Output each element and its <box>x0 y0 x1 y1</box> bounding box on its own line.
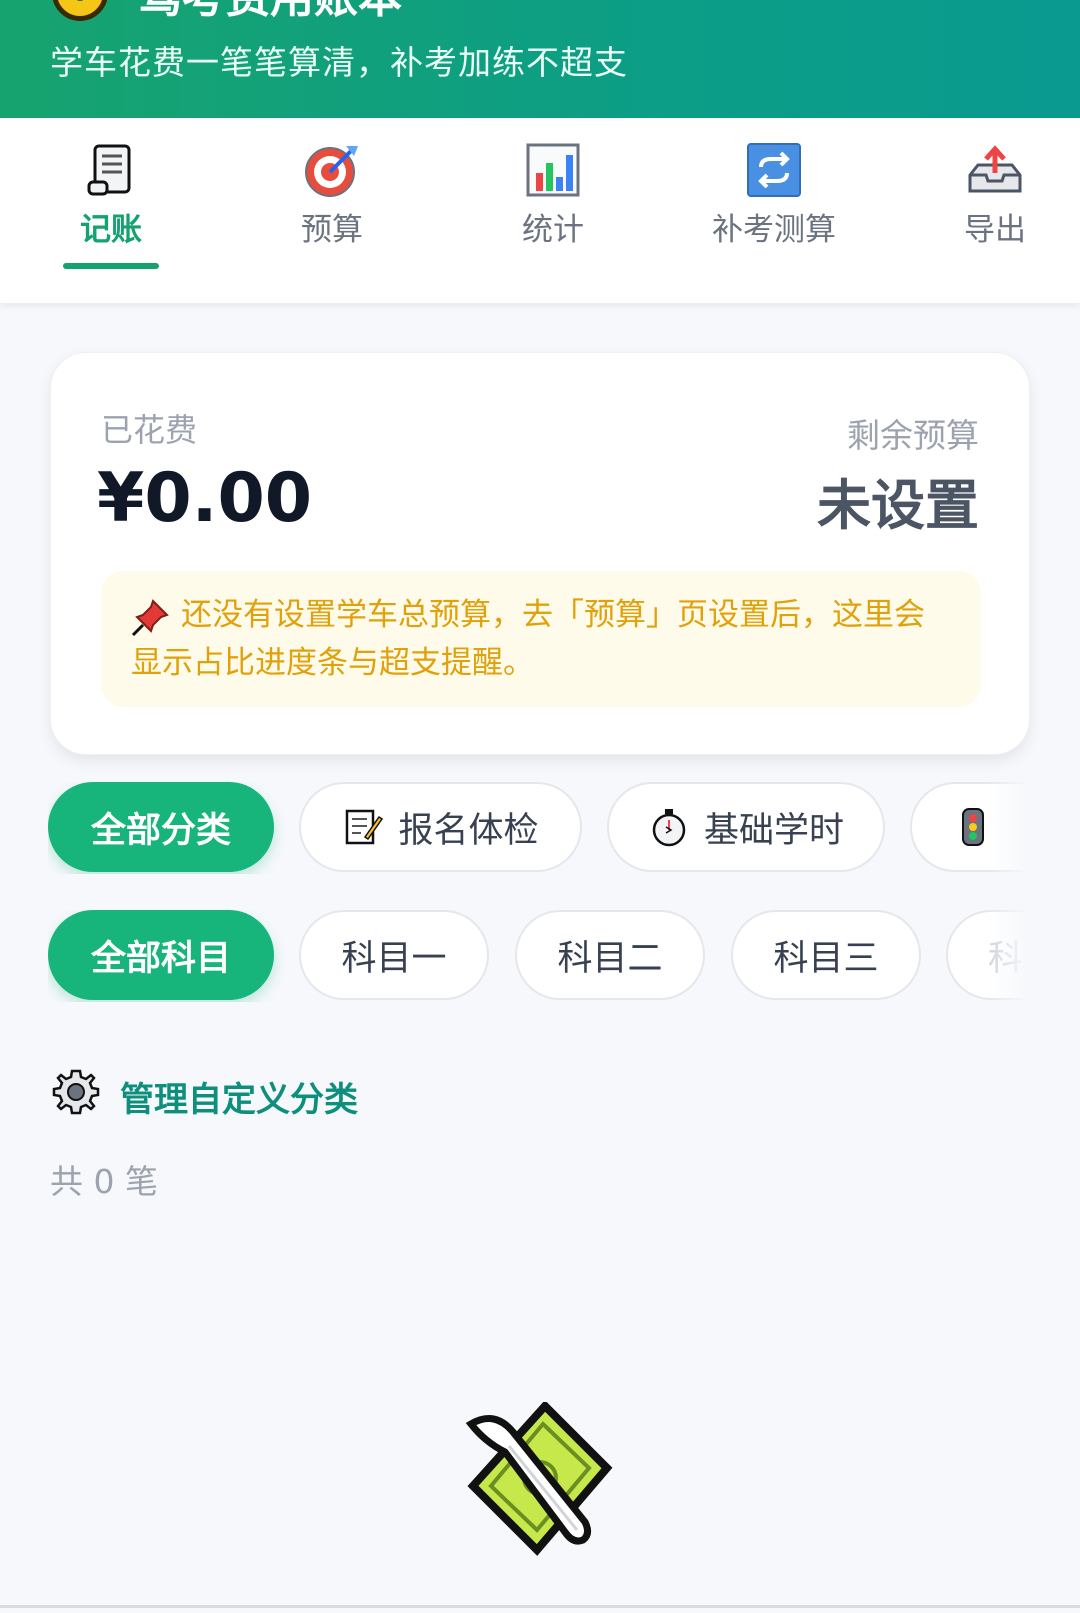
spent-label: 已花费 <box>101 411 198 449</box>
upload-tray-icon <box>965 140 1025 200</box>
chip-registration-exam[interactable]: 报名体检 <box>299 782 582 872</box>
bottom-divider <box>0 1605 1080 1608</box>
tab-budget[interactable]: 预算 <box>252 140 412 290</box>
chip-label: 基础学时 <box>703 810 844 851</box>
chip-label: 科目三 <box>773 938 879 979</box>
tab-bar: 记账 预算 统计 补考测算 导出 <box>0 118 1080 303</box>
app-subtitle: 学车花费一笔笔算清，补考加练不超支 <box>50 43 628 82</box>
chip-all-categories[interactable]: 全部分类 <box>48 782 274 872</box>
tab-retake-estimate[interactable]: 补考测算 <box>694 140 854 290</box>
scroll-fade <box>988 910 1028 1002</box>
manage-categories-label: 管理自定义分类 <box>120 1079 358 1120</box>
chip-subject-2[interactable]: 科目二 <box>515 910 705 1000</box>
tab-label: 记账 <box>80 212 142 248</box>
chip-label: 科目一 <box>341 938 447 979</box>
app-title: 驾考费用账本 <box>138 0 402 25</box>
chip-subject-3[interactable]: 科目三 <box>731 910 921 1000</box>
scroll-fade <box>988 782 1028 874</box>
subject-filter-row: 全部科目 科目一 科目二 科目三 科 <box>48 910 1028 1002</box>
tab-bookkeeping[interactable]: 记账 <box>31 140 191 290</box>
tab-export[interactable]: 导出 <box>915 140 1075 290</box>
chip-label: 全部科目 <box>90 938 231 979</box>
tab-label: 导出 <box>964 212 1026 248</box>
gear-icon <box>52 1068 100 1125</box>
stopwatch-icon <box>648 806 690 848</box>
manage-categories-link[interactable]: 管理自定义分类 <box>52 1068 358 1125</box>
memo-icon <box>342 806 384 848</box>
target-icon <box>302 140 362 200</box>
chip-all-subjects[interactable]: 全部科目 <box>48 910 274 1000</box>
chip-label: 科目二 <box>557 938 663 979</box>
chip-label: 全部分类 <box>90 810 231 851</box>
summary-card: 已花费 ¥0.00 剩余预算 未设置 还没有设置学车总预算，去「预算」页设置后，… <box>50 352 1030 755</box>
budget-notice-text: 还没有设置学车总预算，去「预算」页设置后，这里会显示占比进度条与超支提醒。 <box>131 597 925 681</box>
remaining-budget-label: 剩余预算 <box>847 416 979 455</box>
coin-icon: ¥ <box>52 0 108 21</box>
pushpin-icon <box>131 597 171 637</box>
tab-stats[interactable]: 统计 <box>473 140 633 290</box>
header-title-row: ¥ 驾考费用账本 <box>52 0 402 23</box>
app-header: ¥ 驾考费用账本 学车花费一笔笔算清，补考加练不超支 <box>0 0 1080 118</box>
budget-notice: 还没有设置学车总预算，去「预算」页设置后，这里会显示占比进度条与超支提醒。 <box>101 571 981 707</box>
chip-subject-1[interactable]: 科目一 <box>299 910 489 1000</box>
tab-label: 补考测算 <box>712 212 836 248</box>
spent-value: ¥0.00 <box>97 459 313 538</box>
chip-basic-hours[interactable]: 基础学时 <box>607 782 885 872</box>
bar-chart-icon <box>523 140 583 200</box>
record-count: 共 0 笔 <box>50 1162 158 1201</box>
chip-label: 报名体检 <box>398 810 539 851</box>
tab-label: 统计 <box>522 212 584 248</box>
active-tab-indicator <box>63 263 159 269</box>
scroll-icon <box>81 140 141 200</box>
remaining-budget-value: 未设置 <box>817 474 979 537</box>
repeat-icon <box>744 140 804 200</box>
tab-label: 预算 <box>301 212 363 248</box>
money-with-wings-icon: $ <box>465 1400 615 1572</box>
category-filter-row: 全部分类 报名体检 基础学时 <box>48 782 1028 874</box>
